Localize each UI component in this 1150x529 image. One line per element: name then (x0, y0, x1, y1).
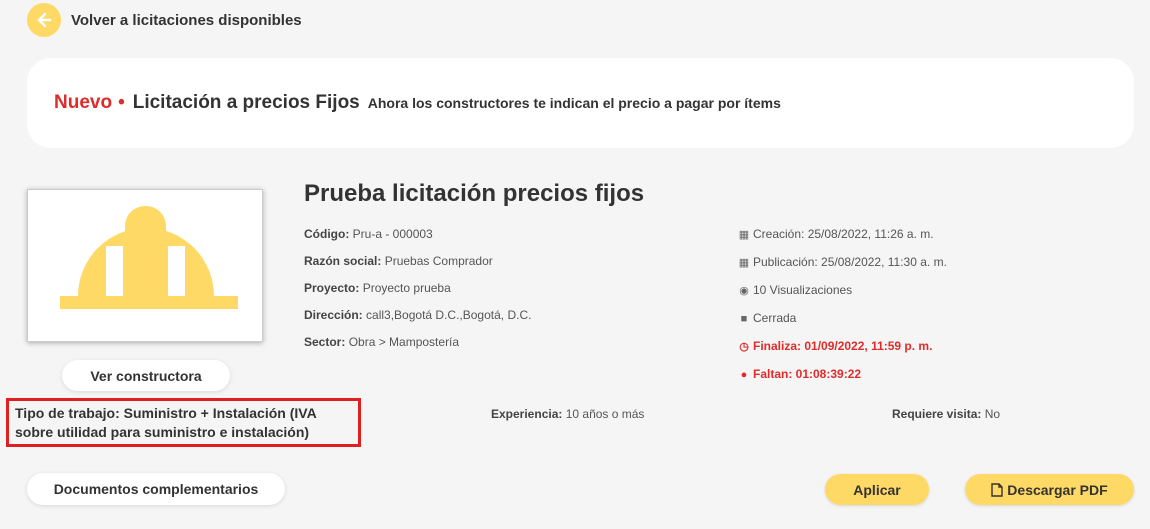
aplicar-button[interactable]: Aplicar (825, 474, 929, 505)
codigo-label: Código: (304, 227, 350, 241)
tender-title: Prueba licitación precios fijos (304, 180, 645, 207)
direccion-value: call3,Bogotá D.C.,Bogotá, D.C. (366, 308, 532, 322)
banner-title: Licitación a precios Fijos (132, 92, 360, 113)
new-badge: Nuevo (54, 92, 113, 113)
razon-social-value: Pruebas Comprador (384, 254, 493, 268)
experiencia-row: Experiencia: 10 años o más (491, 407, 644, 421)
back-link[interactable]: Volver a licitaciones disponibles (27, 3, 302, 37)
calendar-icon: ▦ (738, 257, 750, 269)
requiere-visita-label: Requiere visita: (892, 407, 982, 421)
bid-type-banner: Nuevo • Licitación a precios Fijos Ahora… (27, 58, 1134, 148)
experiencia-value: 10 años o más (565, 407, 645, 421)
documentos-complementarios-button[interactable]: Documentos complementarios (27, 473, 285, 505)
estado-row: ■ Cerrada (738, 305, 947, 333)
estado-value: Cerrada (753, 311, 797, 325)
tipo-trabajo: Tipo de trabajo: Suministro + Instalació… (6, 398, 361, 447)
descargar-pdf-button[interactable]: Descargar PDF (965, 474, 1134, 505)
ver-constructora-button[interactable]: Ver constructora (62, 360, 230, 391)
requiere-visita-value: No (984, 407, 1001, 421)
eye-icon: ◉ (739, 285, 749, 297)
sector-row: Sector: Obra > Mampostería (304, 329, 531, 356)
faltan-value: Faltan: 01:08:39:22 (753, 367, 862, 381)
razon-social-row: Razón social: Pruebas Comprador (304, 248, 531, 275)
back-link-label[interactable]: Volver a licitaciones disponibles (71, 12, 302, 29)
codigo-value: Pru-a - 000003 (352, 227, 433, 241)
clock-icon: ◷ (739, 341, 749, 353)
calendar-icon: ▦ (738, 229, 750, 241)
finaliza-value: Finaliza: 01/09/2022, 11:59 p. m. (753, 339, 933, 353)
codigo-row: Código: Pru-a - 000003 (304, 221, 531, 248)
publicacion-value: Publicación: 25/08/2022, 11:30 a. m. (753, 255, 947, 269)
creacion-row: ▦ Creación: 25/08/2022, 11:26 a. m. (738, 221, 947, 249)
tender-details: Código: Pru-a - 000003 Razón social: Pru… (304, 221, 531, 356)
proyecto-label: Proyecto: (304, 281, 360, 295)
arrow-left-icon[interactable] (27, 3, 61, 37)
descargar-pdf-label[interactable]: Descargar PDF (1007, 482, 1107, 498)
proyecto-row: Proyecto: Proyecto prueba (304, 275, 531, 302)
banner-subtitle: Ahora los constructores te indican el pr… (367, 95, 781, 111)
creacion-value: Creación: 25/08/2022, 11:26 a. m. (753, 227, 934, 241)
requiere-visita-row: Requiere visita: No (892, 407, 1000, 421)
proyecto-value: Proyecto prueba (362, 281, 451, 295)
razon-social-label: Razón social: (304, 254, 382, 268)
finaliza-row: ◷ Finaliza: 01/09/2022, 11:59 p. m. (738, 333, 947, 361)
company-logo (27, 189, 263, 342)
sector-value: Obra > Mampostería (348, 335, 460, 349)
lock-icon: ■ (740, 313, 748, 325)
hard-hat-icon (60, 206, 238, 309)
separator-dot: • (118, 92, 125, 113)
visualizaciones-row: ◉ 10 Visualizaciones (738, 277, 947, 305)
experiencia-label: Experiencia: (491, 407, 563, 421)
direccion-label: Dirección: (304, 308, 363, 322)
file-pdf-icon (991, 482, 1003, 497)
tender-meta: ▦ Creación: 25/08/2022, 11:26 a. m. ▦ Publ… (738, 221, 947, 389)
sector-label: Sector: (304, 335, 346, 349)
faltan-row: ● Faltan: 01:08:39:22 (738, 361, 947, 389)
direccion-row: Dirección: call3,Bogotá D.C.,Bogotá, D.C… (304, 302, 531, 329)
publicacion-row: ▦ Publicación: 25/08/2022, 11:30 a. m. (738, 249, 947, 277)
stopwatch-icon: ● (740, 369, 748, 381)
visualizaciones-value: 10 Visualizaciones (753, 283, 853, 297)
